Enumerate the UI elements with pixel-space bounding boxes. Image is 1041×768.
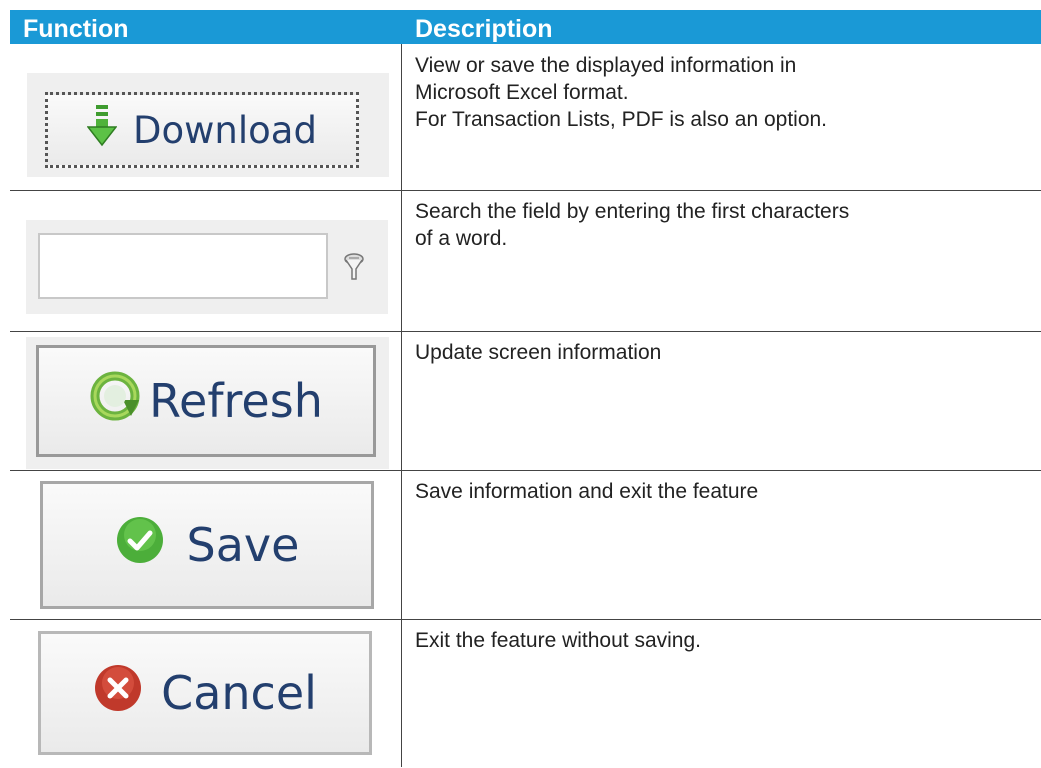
- cancel-label: Cancel: [161, 666, 317, 720]
- row-description: Save information and exit the feature: [415, 478, 1015, 505]
- column-divider: [401, 190, 402, 331]
- header-function: Function: [23, 15, 129, 43]
- refresh-button[interactable]: Refresh: [36, 345, 376, 457]
- row-description: Search the field by entering the first c…: [415, 198, 1015, 252]
- column-divider: [401, 619, 402, 767]
- download-button[interactable]: Download: [45, 92, 359, 168]
- description-line: Microsoft Excel format.: [415, 81, 629, 104]
- download-arrow-icon: [86, 103, 118, 158]
- table-row: Search the field by entering the first c…: [10, 190, 1041, 332]
- refresh-label: Refresh: [149, 374, 323, 428]
- search-field-image: [26, 220, 388, 314]
- table-row: Save Save information and exit the featu…: [10, 470, 1041, 620]
- description-line: For Transaction Lists, PDF is also an op…: [415, 108, 828, 131]
- cancel-circle-icon: [93, 663, 143, 724]
- download-label: Download: [133, 108, 317, 152]
- function-table: Function Description Download View or sa…: [0, 0, 1041, 768]
- column-divider: [401, 44, 402, 190]
- search-input[interactable]: [38, 233, 328, 299]
- description-line: Update screen information: [415, 341, 662, 364]
- refresh-icon: [89, 370, 141, 433]
- check-circle-icon: [115, 515, 165, 576]
- row-description: View or save the displayed information i…: [415, 52, 1015, 133]
- description-line: Search the field by entering the first c…: [415, 200, 850, 223]
- save-button[interactable]: Save: [40, 481, 374, 609]
- column-divider: [401, 331, 402, 470]
- description-line: View or save the displayed information i…: [415, 54, 797, 77]
- refresh-button-image: Refresh: [26, 337, 389, 469]
- download-button-image: Download: [27, 73, 389, 177]
- table-header: Function Description: [10, 10, 1041, 44]
- description-line: Exit the feature without saving.: [415, 629, 701, 652]
- table-row: Cancel Exit the feature without saving.: [10, 619, 1041, 767]
- description-line: of a word.: [415, 227, 508, 250]
- save-label: Save: [186, 518, 300, 572]
- filter-funnel-icon[interactable]: [343, 252, 365, 287]
- column-divider: [401, 470, 402, 619]
- cancel-button[interactable]: Cancel: [38, 631, 372, 755]
- header-description: Description: [415, 15, 553, 43]
- table-row: Download View or save the displayed info…: [10, 44, 1041, 191]
- row-description: Exit the feature without saving.: [415, 627, 1015, 654]
- table-row: Refresh Update screen information: [10, 331, 1041, 471]
- description-line: Save information and exit the feature: [415, 480, 759, 503]
- row-description: Update screen information: [415, 339, 1015, 366]
